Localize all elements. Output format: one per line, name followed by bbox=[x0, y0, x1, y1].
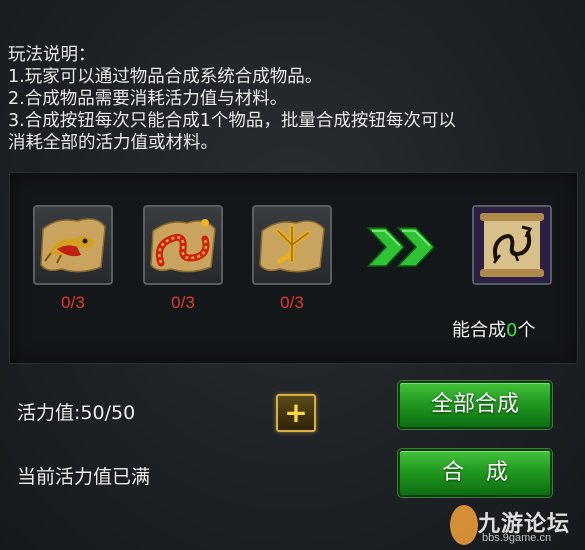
result-slot[interactable] bbox=[472, 205, 552, 285]
add-vitality-button[interactable]: + bbox=[276, 394, 316, 432]
instructions-line-3: 3.合成按钮每次只能合成1个物品，批量合成按钮每次可以 bbox=[8, 111, 456, 131]
can-make-number: 0 bbox=[506, 320, 518, 341]
material-count-1: 0/3 bbox=[61, 293, 85, 312]
dragon-emblem-scroll-icon bbox=[474, 207, 550, 283]
material-slot-2[interactable] bbox=[143, 205, 223, 285]
instructions-line-2: 2.合成物品需要消耗活力值与材料。 bbox=[8, 89, 288, 109]
material-count-2: 0/3 bbox=[171, 293, 195, 312]
instructions-line-3-cont: 消耗全部的活力值或材料。 bbox=[8, 133, 218, 153]
instructions-line-1: 1.玩家可以通过物品合成系统合成物品。 bbox=[8, 67, 323, 87]
material-count-3: 0/3 bbox=[280, 293, 304, 312]
material-slot-1[interactable] bbox=[33, 205, 113, 285]
plus-icon: + bbox=[284, 396, 308, 429]
instructions: 玩法说明： 1.玩家可以通过物品合成系统合成物品。 2.合成物品需要消耗活力值与… bbox=[8, 44, 578, 154]
vitality-label: 活力值:50/50 bbox=[17, 402, 136, 424]
dragon-claw-scroll-icon bbox=[259, 220, 325, 273]
double-chevron-right-icon bbox=[366, 227, 436, 267]
craft-button[interactable]: 合 成 bbox=[398, 449, 552, 497]
instructions-title: 玩法说明： bbox=[8, 45, 96, 65]
can-make-suffix: 个 bbox=[517, 320, 536, 341]
vitality-status: 当前活力值已满 bbox=[17, 466, 151, 488]
dragon-body-scroll-icon bbox=[150, 219, 216, 273]
can-make-prefix: 能合成 bbox=[452, 320, 506, 341]
craft-all-button[interactable]: 全部合成 bbox=[398, 381, 552, 429]
dragon-head-scroll-icon bbox=[40, 218, 106, 273]
watermark-mascot bbox=[450, 505, 478, 545]
material-slot-3[interactable] bbox=[252, 205, 332, 285]
can-make-count: 能合成0个 bbox=[452, 316, 535, 342]
watermark-url: bbs.9game.cn bbox=[482, 532, 552, 544]
